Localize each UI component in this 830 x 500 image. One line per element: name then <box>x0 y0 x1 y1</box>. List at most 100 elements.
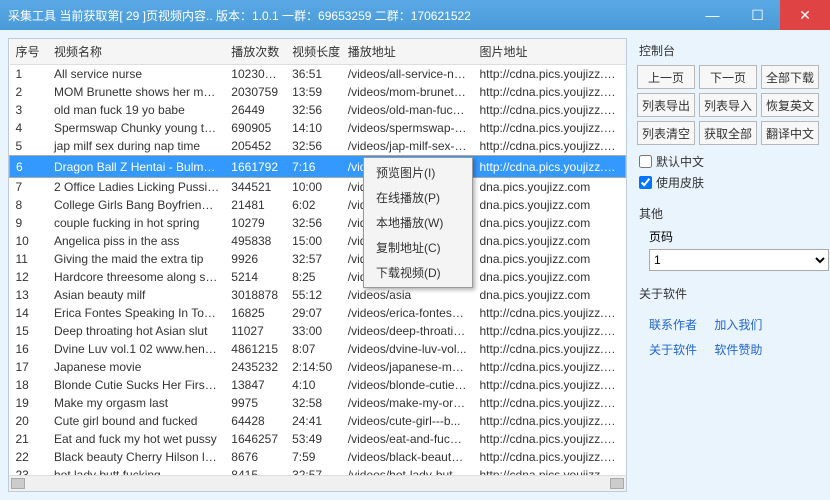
table-row[interactable]: 6Dragon Ball Z Hentai - Bulma f...166179… <box>10 156 626 178</box>
restore-en-button[interactable]: 恢复英文 <box>761 93 819 117</box>
col-index[interactable]: 序号 <box>10 39 49 65</box>
table-row[interactable]: 20Cute girl bound and fucked6442824:41/v… <box>10 412 626 430</box>
table-row[interactable]: 4Spermswap Chunky young teens...69090514… <box>10 119 626 137</box>
table-cell: http://cdna.pics.youjizz.com <box>474 119 626 137</box>
table-cell: 53:49 <box>286 430 342 448</box>
table-cell: 15:00 <box>286 232 342 250</box>
ctx-download[interactable]: 下载视频(D) <box>366 260 470 285</box>
table-cell: 13847 <box>225 376 286 394</box>
table-cell: 8 <box>10 196 49 214</box>
col-length[interactable]: 视频长度 <box>286 39 342 65</box>
contact-link[interactable]: 联系作者 <box>649 316 697 333</box>
next-page-button[interactable]: 下一页 <box>699 65 757 89</box>
table-row[interactable]: 13Asian beauty milf301887855:12/videos/a… <box>10 286 626 304</box>
page-select[interactable]: 1 <box>649 249 829 271</box>
table-cell: 15 <box>10 322 49 340</box>
table-cell: dna.pics.youjizz.com <box>474 178 626 197</box>
side-panel: 控制台 上一页 下一页 全部下载 列表导出 列表导入 恢复英文 列表清空 获取全… <box>627 38 822 492</box>
clear-list-button[interactable]: 列表清空 <box>637 121 695 145</box>
table-cell: Deep throating hot Asian slut <box>48 322 225 340</box>
table-cell: 36:51 <box>286 65 342 84</box>
about-title: 关于软件 <box>639 285 822 302</box>
table-cell: dna.pics.youjizz.com <box>474 232 626 250</box>
table-cell: http://cdna.pics.youjizz.com <box>474 448 626 466</box>
translate-cn-button[interactable]: 翻译中文 <box>761 121 819 145</box>
table-cell: http://cdna.pics.youjizz.com <box>474 304 626 322</box>
video-table[interactable]: 序号 视频名称 播放次数 视频长度 播放地址 图片地址 1All service… <box>9 39 626 492</box>
table-cell: /videos/mom-brunette... <box>342 83 474 101</box>
default-cn-checkbox[interactable]: 默认中文 <box>639 153 822 170</box>
export-button[interactable]: 列表导出 <box>637 93 695 117</box>
col-name[interactable]: 视频名称 <box>48 39 225 65</box>
table-row[interactable]: 16Dvine Luv vol.1 02 www.hentaiv...48612… <box>10 340 626 358</box>
table-cell: 6:02 <box>286 196 342 214</box>
table-cell: http://cdna.pics.youjizz.com <box>474 322 626 340</box>
table-row[interactable]: 11Giving the maid the extra tip992632:57… <box>10 250 626 268</box>
table-cell: 16 <box>10 340 49 358</box>
col-plays[interactable]: 播放次数 <box>225 39 286 65</box>
table-row[interactable]: 12Hardcore threesome along sm...52148:25… <box>10 268 626 286</box>
about-soft-link[interactable]: 关于软件 <box>649 341 697 358</box>
table-panel: 序号 视频名称 播放次数 视频长度 播放地址 图片地址 1All service… <box>8 38 627 492</box>
table-cell: 9975 <box>225 394 286 412</box>
table-cell: 102308574 <box>225 65 286 84</box>
table-cell: 7:16 <box>286 156 342 178</box>
import-button[interactable]: 列表导入 <box>699 93 757 117</box>
use-skin-checkbox[interactable]: 使用皮肤 <box>639 174 822 191</box>
table-cell: 8676 <box>225 448 286 466</box>
table-row[interactable]: 72 Office Ladies Licking Pussies...34452… <box>10 178 626 197</box>
table-cell: Hardcore threesome along sm... <box>48 268 225 286</box>
table-row[interactable]: 5jap milf sex during nap time20545232:56… <box>10 137 626 156</box>
table-cell: Erica Fontes Speaking In Tong... <box>48 304 225 322</box>
table-row[interactable]: 19Make my orgasm last997532:58/videos/ma… <box>10 394 626 412</box>
ctx-copy-url[interactable]: 复制地址(C) <box>366 235 470 260</box>
table-cell: 5 <box>10 137 49 156</box>
table-cell: 14:10 <box>286 119 342 137</box>
table-cell: http://cdna.pics.youjizz.com <box>474 137 626 156</box>
table-row[interactable]: 9couple fucking in hot spring1027932:56/… <box>10 214 626 232</box>
table-cell: 690905 <box>225 119 286 137</box>
table-cell: /videos/blonde-cutie-... <box>342 376 474 394</box>
table-cell: 16825 <box>225 304 286 322</box>
table-row[interactable]: 22Black beauty Cherry Hilson lov...86767… <box>10 448 626 466</box>
ctx-online-play[interactable]: 在线播放(P) <box>366 185 470 210</box>
maximize-button[interactable]: ☐ <box>735 0 780 30</box>
table-cell: /videos/old-man-fuck... <box>342 101 474 119</box>
table-cell: 4861215 <box>225 340 286 358</box>
table-row[interactable]: 10Angelica piss in the ass49583815:00/vi… <box>10 232 626 250</box>
get-all-button[interactable]: 获取全部 <box>699 121 757 145</box>
horizontal-scrollbar[interactable] <box>9 475 626 491</box>
table-cell: Japanese movie <box>48 358 225 376</box>
table-cell: 2030759 <box>225 83 286 101</box>
table-cell: 32:56 <box>286 101 342 119</box>
table-cell: 7 <box>10 178 49 197</box>
table-row[interactable]: 1All service nurse10230857436:51/videos/… <box>10 65 626 84</box>
table-row[interactable]: 8College Girls Bang Boyfriends...214816:… <box>10 196 626 214</box>
about-section: 关于软件 联系作者 加入我们 关于软件 软件赞助 <box>637 285 822 358</box>
sponsor-link[interactable]: 软件赞助 <box>714 341 762 358</box>
table-cell: jap milf sex during nap time <box>48 137 225 156</box>
table-cell: Cute girl bound and fucked <box>48 412 225 430</box>
ctx-local-play[interactable]: 本地播放(W) <box>366 210 470 235</box>
table-row[interactable]: 2MOM Brunette shows her man...203075913:… <box>10 83 626 101</box>
table-cell: http://cdna.pics.youjizz.com <box>474 83 626 101</box>
ctx-preview[interactable]: 预览图片(I) <box>366 160 470 185</box>
content-area: 序号 视频名称 播放次数 视频长度 播放地址 图片地址 1All service… <box>0 30 830 500</box>
table-row[interactable]: 14Erica Fontes Speaking In Tong...168252… <box>10 304 626 322</box>
table-cell: 3018878 <box>225 286 286 304</box>
col-img[interactable]: 图片地址 <box>474 39 626 65</box>
context-menu: 预览图片(I) 在线播放(P) 本地播放(W) 复制地址(C) 下载视频(D) <box>363 157 473 288</box>
table-row[interactable]: 15Deep throating hot Asian slut1102733:0… <box>10 322 626 340</box>
table-cell: http://cdna.pics.youjizz.com <box>474 430 626 448</box>
table-row[interactable]: 21Eat and fuck my hot wet pussy164625753… <box>10 430 626 448</box>
minimize-button[interactable]: — <box>690 0 735 30</box>
table-row[interactable]: 17Japanese movie24352322:14:50/videos/ja… <box>10 358 626 376</box>
prev-page-button[interactable]: 上一页 <box>637 65 695 89</box>
table-row[interactable]: 18Blonde Cutie Sucks Her First C...13847… <box>10 376 626 394</box>
join-link[interactable]: 加入我们 <box>714 316 762 333</box>
table-row[interactable]: 3old man fuck 19 yo babe2644932:56/video… <box>10 101 626 119</box>
download-all-button[interactable]: 全部下载 <box>761 65 819 89</box>
col-url[interactable]: 播放地址 <box>342 39 474 65</box>
close-button[interactable]: ✕ <box>780 0 830 30</box>
table-cell: 20 <box>10 412 49 430</box>
